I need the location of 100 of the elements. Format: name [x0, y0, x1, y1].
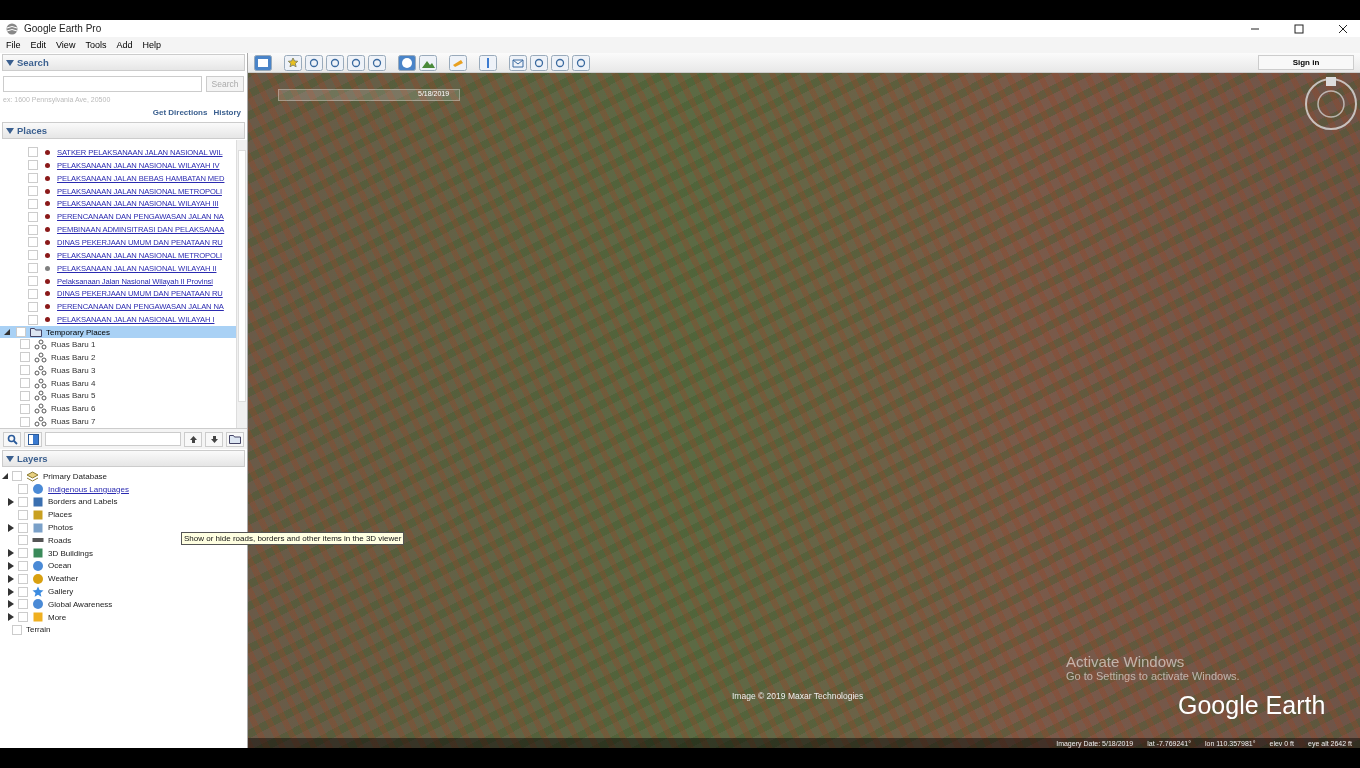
checkbox[interactable]: [28, 160, 38, 171]
layer-name[interactable]: Weather: [48, 574, 79, 584]
email-icon[interactable]: [509, 54, 527, 71]
collapse-triangle-icon[interactable]: [6, 59, 14, 66]
imagery-attribution: Image © 2019 Maxar Technologies: [732, 691, 864, 701]
checkbox[interactable]: [12, 471, 22, 482]
section-header[interactable]: Search: [2, 54, 245, 71]
section-header[interactable]: Layers: [2, 450, 245, 467]
checkbox[interactable]: [20, 378, 30, 388]
checkbox[interactable]: [28, 263, 38, 274]
place-name[interactable]: Ruas Baru 5: [51, 391, 96, 401]
tree-row[interactable]: Temporary Places: [0, 326, 236, 338]
checkbox[interactable]: [18, 535, 28, 546]
search-link[interactable]: History: [213, 108, 241, 117]
checkbox[interactable]: [28, 237, 38, 248]
layer-name[interactable]: Photos: [48, 523, 73, 533]
sidebar-icon[interactable]: [254, 54, 272, 71]
layer-name[interactable]: Gallery: [48, 587, 74, 597]
checkbox[interactable]: [20, 339, 30, 350]
place-name[interactable]: Ruas Baru 6: [51, 404, 96, 414]
move-up-button[interactable]: [184, 431, 202, 447]
checkbox[interactable]: [12, 624, 22, 635]
logo-text: Google Earth: [1178, 691, 1326, 720]
search-link[interactable]: Get Directions: [152, 108, 208, 117]
checkbox[interactable]: [18, 522, 28, 533]
checkbox[interactable]: [28, 314, 38, 325]
checkbox[interactable]: [28, 301, 38, 312]
checkbox[interactable]: [18, 484, 28, 495]
place-name[interactable]: Ruas Baru 1: [51, 339, 96, 349]
layer-name[interactable]: Terrain: [26, 625, 51, 635]
menu-item[interactable]: Add: [116, 40, 133, 50]
expand-arrow-icon[interactable]: [4, 329, 10, 335]
expand-arrow-icon[interactable]: [8, 613, 14, 622]
compass-icon[interactable]: [1304, 77, 1358, 131]
checkbox[interactable]: [28, 288, 38, 299]
checkbox[interactable]: [20, 416, 30, 427]
activation-notice-text: Go to Settings to activate Windows.: [1066, 670, 1240, 682]
collapse-triangle-icon[interactable]: [6, 127, 14, 134]
place-name[interactable]: Ruas Baru 4: [51, 378, 96, 388]
window-title: Google Earth Pro: [24, 23, 102, 34]
layer-link[interactable]: Indigenous Languages: [48, 484, 129, 494]
layer-name[interactable]: Borders and Labels: [48, 497, 118, 507]
folder-icon: [228, 434, 242, 444]
folder-button[interactable]: [226, 431, 244, 447]
layer-name[interactable]: 3D Buildings: [48, 548, 93, 558]
filter-field[interactable]: [45, 432, 181, 446]
sign-in-button[interactable]: Sign in: [1258, 55, 1354, 70]
search-button[interactable]: [3, 431, 21, 447]
collapse-triangle-icon[interactable]: [6, 455, 14, 462]
menu-item[interactable]: View: [56, 40, 76, 50]
expand-arrow-icon[interactable]: [8, 498, 14, 506]
checkbox[interactable]: [18, 573, 28, 584]
layer-name[interactable]: More: [48, 612, 67, 622]
scrollbar[interactable]: [236, 140, 247, 428]
menu-item[interactable]: File: [6, 40, 21, 50]
close-icon[interactable]: [1338, 23, 1348, 34]
checkbox[interactable]: [28, 224, 38, 235]
place-name[interactable]: Ruas Baru 7: [51, 417, 96, 427]
checkbox[interactable]: [28, 173, 38, 184]
menu-item[interactable]: Help: [142, 40, 161, 50]
checkbox[interactable]: [18, 548, 28, 559]
checkbox[interactable]: [20, 390, 30, 401]
checkbox[interactable]: [28, 198, 38, 209]
expand-arrow-icon[interactable]: [8, 561, 14, 570]
expand-arrow-icon[interactable]: [8, 600, 14, 609]
section-header[interactable]: Places: [2, 122, 245, 139]
place-name[interactable]: Ruas Baru 2: [51, 352, 96, 362]
expand-arrow-icon[interactable]: [8, 523, 14, 532]
checkbox[interactable]: [28, 186, 38, 196]
menu-item[interactable]: Edit: [30, 40, 47, 50]
move-down-button[interactable]: [205, 431, 223, 447]
layer-name[interactable]: Primary Database: [43, 471, 108, 481]
checkbox[interactable]: [18, 509, 28, 520]
checkbox[interactable]: [20, 352, 30, 363]
checkbox[interactable]: [16, 327, 26, 337]
expand-arrow-icon[interactable]: [8, 574, 14, 583]
layer-name[interactable]: Ocean: [48, 561, 72, 571]
checkbox[interactable]: [18, 497, 28, 507]
layer-name[interactable]: Global Awareness: [48, 599, 113, 609]
checkbox[interactable]: [28, 250, 38, 261]
expand-arrow-icon[interactable]: [8, 587, 14, 596]
checkbox[interactable]: [20, 403, 30, 414]
checkbox[interactable]: [28, 211, 38, 222]
checkbox[interactable]: [18, 599, 28, 610]
layer-name[interactable]: Roads: [48, 535, 72, 545]
checkbox[interactable]: [18, 560, 28, 571]
search-field[interactable]: [3, 76, 202, 92]
checkbox[interactable]: [18, 612, 28, 623]
checkbox[interactable]: [20, 365, 30, 376]
place-name[interactable]: Ruas Baru 3: [51, 365, 96, 375]
expand-arrow-icon[interactable]: [2, 473, 8, 480]
ruler-icon[interactable]: [479, 54, 497, 71]
checkbox[interactable]: [28, 276, 38, 286]
checkbox[interactable]: [18, 586, 28, 597]
checkbox[interactable]: [28, 147, 38, 158]
panel-toggle-button[interactable]: [24, 431, 42, 447]
layer-name[interactable]: Places: [48, 510, 72, 520]
expand-arrow-icon[interactable]: [8, 549, 14, 558]
maximize-icon[interactable]: [1294, 23, 1304, 34]
menu-item[interactable]: Tools: [85, 40, 107, 50]
